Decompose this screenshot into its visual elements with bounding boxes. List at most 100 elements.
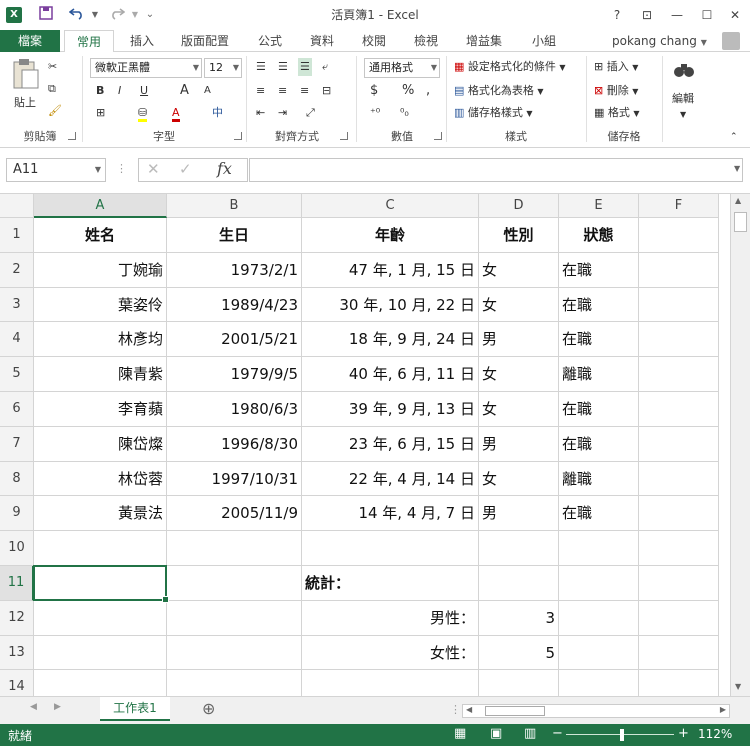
sheet-prev-icon[interactable]: ◀ — [30, 702, 37, 712]
normal-view-icon[interactable]: ▦ — [454, 726, 466, 741]
row-header-9[interactable]: 9 — [0, 496, 34, 532]
scroll-right-icon[interactable]: ▶ — [720, 705, 726, 714]
male-label-cell[interactable]: 男性： — [302, 600, 479, 636]
birthday-cell[interactable]: 1980/6/3 — [167, 392, 302, 427]
cell[interactable] — [639, 322, 719, 358]
copy-icon[interactable]: ⧉ — [48, 80, 56, 98]
scroll-up-icon[interactable]: ▲ — [735, 196, 741, 205]
format-cells-button[interactable]: ▦ 格式 ▼ — [594, 104, 640, 122]
orientation-icon[interactable]: ⤢ — [306, 104, 315, 122]
status-cell[interactable]: 在職 — [559, 287, 639, 323]
status-cell[interactable]: 在職 — [559, 322, 639, 358]
tab-add-ins[interactable]: 增益集 — [456, 30, 512, 52]
tab-page-layout[interactable]: 版面配置 — [172, 30, 238, 52]
scroll-left-icon[interactable]: ◀ — [466, 705, 472, 714]
zoom-in-button[interactable]: + — [678, 726, 689, 741]
status-cell[interactable]: 在職 — [559, 392, 639, 427]
cut-icon[interactable]: ✂ — [48, 58, 57, 76]
shrink-font-button[interactable]: A — [204, 82, 211, 100]
cell[interactable] — [479, 531, 559, 566]
font-dialog-launcher-icon[interactable] — [234, 132, 242, 140]
cell[interactable] — [302, 531, 479, 566]
age-cell[interactable]: 47 年, 1 月, 15 日 — [302, 252, 479, 288]
font-color-icon[interactable]: A — [172, 104, 180, 122]
birthday-cell[interactable]: 1989/4/23 — [167, 287, 302, 323]
name-cell[interactable]: 陳青紫 — [34, 357, 167, 392]
age-cell[interactable]: 23 年, 6 月, 15 日 — [302, 426, 479, 462]
column-header-e[interactable]: E — [559, 194, 639, 218]
decrease-indent-icon[interactable]: ⇤ — [256, 104, 265, 122]
gender-cell[interactable]: 男 — [479, 496, 559, 532]
cell[interactable] — [639, 670, 719, 696]
cell[interactable] — [639, 461, 719, 497]
align-top-icon[interactable]: ☰ — [256, 58, 266, 76]
align-bottom-icon[interactable]: ☰ — [298, 58, 312, 76]
cell[interactable] — [639, 287, 719, 323]
column-header-d[interactable]: D — [479, 194, 559, 218]
female-label-cell[interactable]: 女性： — [302, 635, 479, 671]
name-cell[interactable]: 丁婉瑜 — [34, 252, 167, 288]
cell[interactable] — [639, 252, 719, 288]
cancel-icon[interactable]: ✕ — [147, 160, 160, 178]
gender-cell[interactable]: 女 — [479, 252, 559, 288]
cell[interactable] — [167, 566, 302, 601]
column-header-f[interactable]: F — [639, 194, 719, 218]
formula-input[interactable] — [249, 158, 743, 182]
cell[interactable] — [559, 600, 639, 636]
column-header-c[interactable]: C — [302, 194, 479, 218]
row-header-12[interactable]: 12 — [0, 600, 34, 636]
birthday-cell[interactable]: 1973/2/1 — [167, 252, 302, 288]
gender-cell[interactable]: 男 — [479, 426, 559, 462]
header-cell-name[interactable]: 姓名 — [34, 218, 167, 253]
align-center-icon[interactable]: ≡ — [278, 82, 287, 100]
name-cell[interactable]: 葉姿伶 — [34, 287, 167, 323]
cell[interactable] — [559, 566, 639, 601]
status-cell[interactable]: 在職 — [559, 496, 639, 532]
increase-decimal-icon[interactable]: ⁺⁰ — [370, 104, 380, 122]
number-format-select[interactable]: 通用格式 ▼ — [364, 58, 440, 78]
tab-data[interactable]: 資料 — [300, 30, 344, 52]
status-cell[interactable]: 在職 — [559, 426, 639, 462]
comma-button[interactable]: , — [426, 82, 430, 100]
cell[interactable] — [639, 600, 719, 636]
cell[interactable] — [34, 670, 167, 696]
age-cell[interactable]: 22 年, 4 月, 14 日 — [302, 461, 479, 497]
tab-file[interactable]: 檔案 — [0, 30, 60, 52]
tab-view[interactable]: 檢視 — [404, 30, 448, 52]
name-cell[interactable]: 李育蘋 — [34, 392, 167, 427]
gender-cell[interactable]: 女 — [479, 357, 559, 392]
cell[interactable] — [639, 218, 719, 253]
cell[interactable] — [639, 426, 719, 462]
row-header-14[interactable]: 14 — [0, 670, 34, 696]
select-all-corner[interactable] — [0, 194, 34, 218]
grow-font-button[interactable]: A — [180, 82, 189, 100]
birthday-cell[interactable]: 2005/11/9 — [167, 496, 302, 532]
zoom-out-button[interactable]: − — [552, 726, 563, 741]
status-cell[interactable]: 離職 — [559, 461, 639, 497]
increase-indent-icon[interactable]: ⇥ — [278, 104, 287, 122]
column-header-b[interactable]: B — [167, 194, 302, 218]
gender-cell[interactable]: 女 — [479, 461, 559, 497]
tab-home[interactable]: 常用 — [64, 30, 114, 53]
birthday-cell[interactable]: 1979/9/5 — [167, 357, 302, 392]
borders-icon[interactable]: ⊞ — [96, 104, 105, 122]
close-button[interactable]: ✕ — [724, 4, 746, 26]
cell[interactable] — [559, 635, 639, 671]
sheet-next-icon[interactable]: ▶ — [54, 702, 61, 712]
page-break-view-icon[interactable]: ▥ — [524, 726, 536, 741]
vertical-scroll-thumb[interactable] — [734, 212, 747, 232]
horizontal-scroll-thumb[interactable] — [485, 706, 545, 716]
age-cell[interactable]: 14 年, 4 月, 7 日 — [302, 496, 479, 532]
name-cell[interactable]: 黃景法 — [34, 496, 167, 532]
tab-insert[interactable]: 插入 — [120, 30, 164, 52]
gender-cell[interactable]: 女 — [479, 287, 559, 323]
page-layout-view-icon[interactable]: ▣ — [490, 726, 502, 741]
column-header-a[interactable]: A — [34, 194, 167, 218]
number-dialog-launcher-icon[interactable] — [434, 132, 442, 140]
align-left-icon[interactable]: ≡ — [256, 82, 265, 100]
underline-button[interactable]: U — [140, 82, 148, 100]
percent-button[interactable]: % — [402, 82, 414, 100]
collapse-ribbon-icon[interactable]: ⌃ — [730, 128, 738, 146]
enter-icon[interactable]: ✓ — [179, 160, 192, 178]
expand-formula-bar-icon[interactable]: ▼ — [734, 164, 740, 173]
